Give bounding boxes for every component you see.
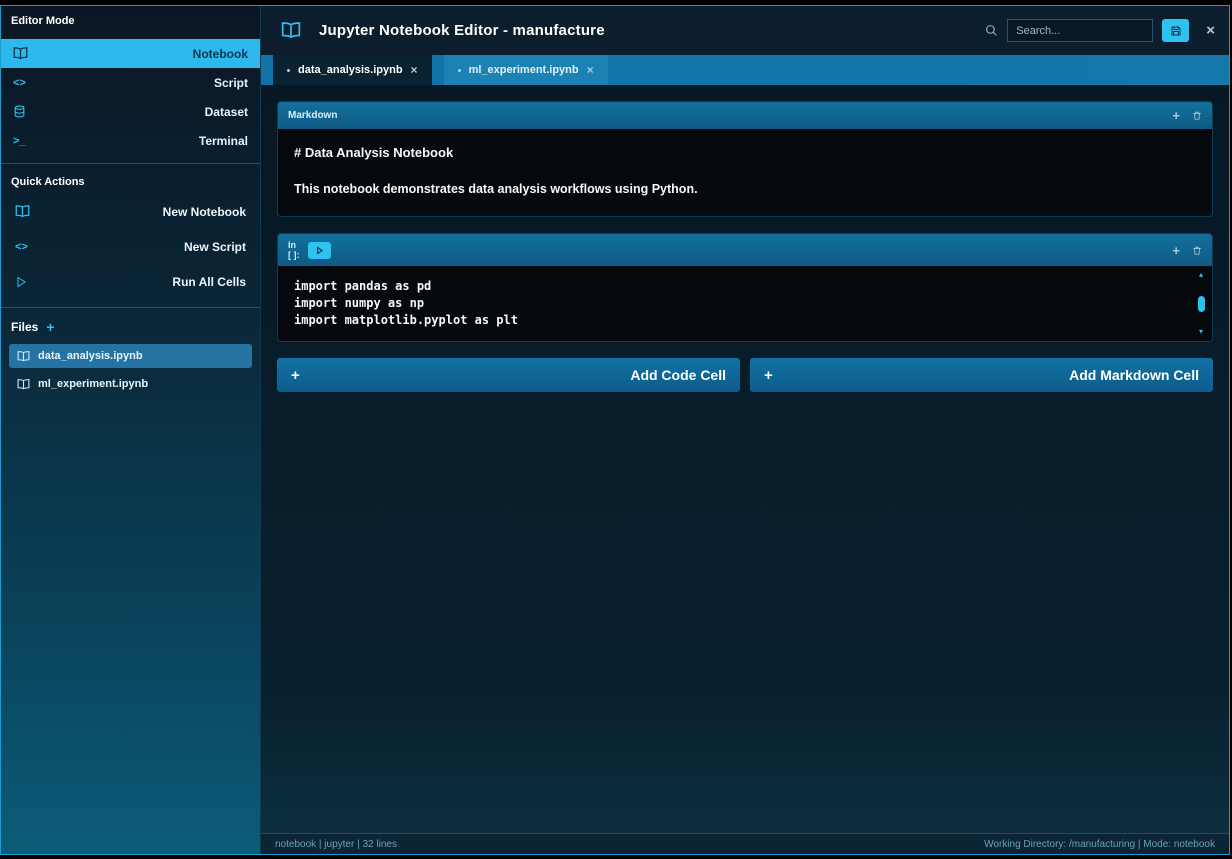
trash-icon[interactable] xyxy=(1192,110,1202,121)
file-item-ml-experiment[interactable]: ml_experiment.ipynb xyxy=(9,372,252,396)
play-icon xyxy=(15,276,27,288)
prompt-line-2: [ ]: xyxy=(288,250,300,260)
terminal-icon: >_ xyxy=(13,134,26,147)
close-button[interactable]: × xyxy=(1206,22,1215,39)
scroll-up-icon[interactable]: ▴ xyxy=(1199,271,1203,279)
file-item-data-analysis[interactable]: data_analysis.ipynb xyxy=(9,344,252,368)
prompt-line-1: In xyxy=(288,240,296,250)
sidebar: Editor Mode Notebook <> Script Dataset >… xyxy=(1,6,261,854)
cell-actions: + xyxy=(1172,243,1202,258)
play-icon xyxy=(315,245,324,255)
main-header: Jupyter Notebook Editor - manufacture Se… xyxy=(261,6,1229,55)
app-window: Editor Mode Notebook <> Script Dataset >… xyxy=(0,5,1230,855)
sidebar-item-dataset[interactable]: Dataset xyxy=(1,97,260,126)
markdown-cell-body[interactable]: # Data Analysis Notebook This notebook d… xyxy=(278,129,1212,216)
tab-label: ml_experiment.ipynb xyxy=(468,64,579,76)
quick-action-label: New Notebook xyxy=(162,204,246,219)
execution-prompt: In [ ]: xyxy=(288,240,300,260)
add-cell-row: + Add Code Cell + Add Markdown Cell xyxy=(277,358,1213,392)
tab-label: data_analysis.ipynb xyxy=(298,64,403,76)
search-icon xyxy=(985,24,998,37)
cell-actions: + xyxy=(1172,108,1202,123)
quick-action-run-all-cells[interactable]: Run All Cells xyxy=(1,264,260,299)
trash-icon[interactable] xyxy=(1192,245,1202,256)
sidebar-item-notebook[interactable]: Notebook xyxy=(1,39,260,68)
code-scrollbar[interactable]: ▴ ▾ xyxy=(1195,271,1207,336)
floppy-icon xyxy=(1170,25,1182,37)
sidebar-title: Editor Mode xyxy=(11,15,75,27)
add-markdown-cell-button[interactable]: + Add Markdown Cell xyxy=(750,358,1213,392)
tab-marker-dot xyxy=(457,68,461,72)
search-input[interactable] xyxy=(1007,19,1154,42)
notebook-content: Markdown + # Data Analysis Notebook This… xyxy=(261,85,1229,833)
notebook-icon xyxy=(15,205,30,218)
tab-ml-experiment[interactable]: ml_experiment.ipynb × xyxy=(443,55,608,85)
tab-bar: data_analysis.ipynb × ml_experiment.ipyn… xyxy=(261,55,1229,85)
scrollbar-thumb[interactable] xyxy=(1197,295,1205,312)
markdown-cell-header: Markdown + xyxy=(278,102,1212,129)
sidebar-item-label: Terminal xyxy=(198,133,248,148)
quick-actions-title: Quick Actions xyxy=(11,176,85,188)
sidebar-item-script[interactable]: <> Script xyxy=(1,68,260,97)
save-button[interactable] xyxy=(1162,19,1190,42)
tab-close-icon[interactable]: × xyxy=(587,63,594,77)
status-bar: notebook | jupyter | 32 lines Working Di… xyxy=(261,833,1229,854)
add-cell-icon[interactable]: + xyxy=(1172,243,1180,258)
quick-action-new-notebook[interactable]: New Notebook xyxy=(1,194,260,229)
code-icon: <> xyxy=(13,76,26,89)
main-panel: Jupyter Notebook Editor - manufacture Se… xyxy=(261,6,1229,854)
page-title: Jupyter Notebook Editor - manufacture xyxy=(319,22,605,39)
add-code-cell-button[interactable]: + Add Code Cell xyxy=(277,358,740,392)
plus-icon: + xyxy=(764,366,773,384)
code-editor[interactable]: import pandas as pd import numpy as np i… xyxy=(278,266,1212,341)
file-item-label: ml_experiment.ipynb xyxy=(38,378,149,390)
quick-action-label: Run All Cells xyxy=(172,274,246,289)
notebook-icon xyxy=(17,378,30,390)
files-title: Files xyxy=(11,320,39,334)
scroll-down-icon[interactable]: ▾ xyxy=(1199,328,1203,336)
tab-close-icon[interactable]: × xyxy=(411,63,418,77)
markdown-cell: Markdown + # Data Analysis Notebook This… xyxy=(277,101,1213,217)
add-cell-icon[interactable]: + xyxy=(1172,108,1180,123)
plus-icon: + xyxy=(291,366,300,384)
sidebar-item-terminal[interactable]: >_ Terminal xyxy=(1,126,260,155)
code-cell: In [ ]: + import pandas as pd import num… xyxy=(277,233,1213,342)
file-item-label: data_analysis.ipynb xyxy=(38,350,143,362)
sidebar-item-label: Script xyxy=(213,75,248,90)
code-line: import pandas as pd xyxy=(294,279,432,293)
add-file-button[interactable]: + xyxy=(46,320,54,334)
files-header: Files + xyxy=(1,308,260,342)
cell-type-label: Markdown xyxy=(288,110,338,121)
tab-marker-dot xyxy=(287,68,290,72)
status-right-text: Working Directory: /manufacturing | Mode… xyxy=(984,838,1215,850)
code-cell-header: In [ ]: + xyxy=(278,234,1212,266)
status-left-text: notebook | jupyter | 32 lines xyxy=(275,838,397,850)
quick-action-new-script[interactable]: <> New Script xyxy=(1,229,260,264)
notebook-icon xyxy=(13,47,35,60)
run-cell-button[interactable] xyxy=(307,241,331,259)
markdown-heading: # Data Analysis Notebook xyxy=(294,145,454,160)
code-line: import matplotlib.pyplot as plt xyxy=(294,313,518,327)
code-icon: <> xyxy=(15,240,28,253)
quick-action-label: New Script xyxy=(183,239,246,254)
notebook-icon xyxy=(17,350,30,362)
add-markdown-cell-label: Add Markdown Cell xyxy=(1069,367,1199,383)
header-actions: × xyxy=(985,19,1215,42)
markdown-paragraph: This notebook demonstrates data analysis… xyxy=(294,182,698,196)
add-code-cell-label: Add Code Cell xyxy=(630,367,726,383)
notebook-icon xyxy=(281,22,301,39)
dataset-icon xyxy=(13,105,35,118)
code-line: import numpy as np xyxy=(294,296,425,310)
tab-data-analysis[interactable]: data_analysis.ipynb × xyxy=(273,55,432,85)
sidebar-item-label: Notebook xyxy=(192,46,248,61)
sidebar-item-label: Dataset xyxy=(204,104,248,119)
